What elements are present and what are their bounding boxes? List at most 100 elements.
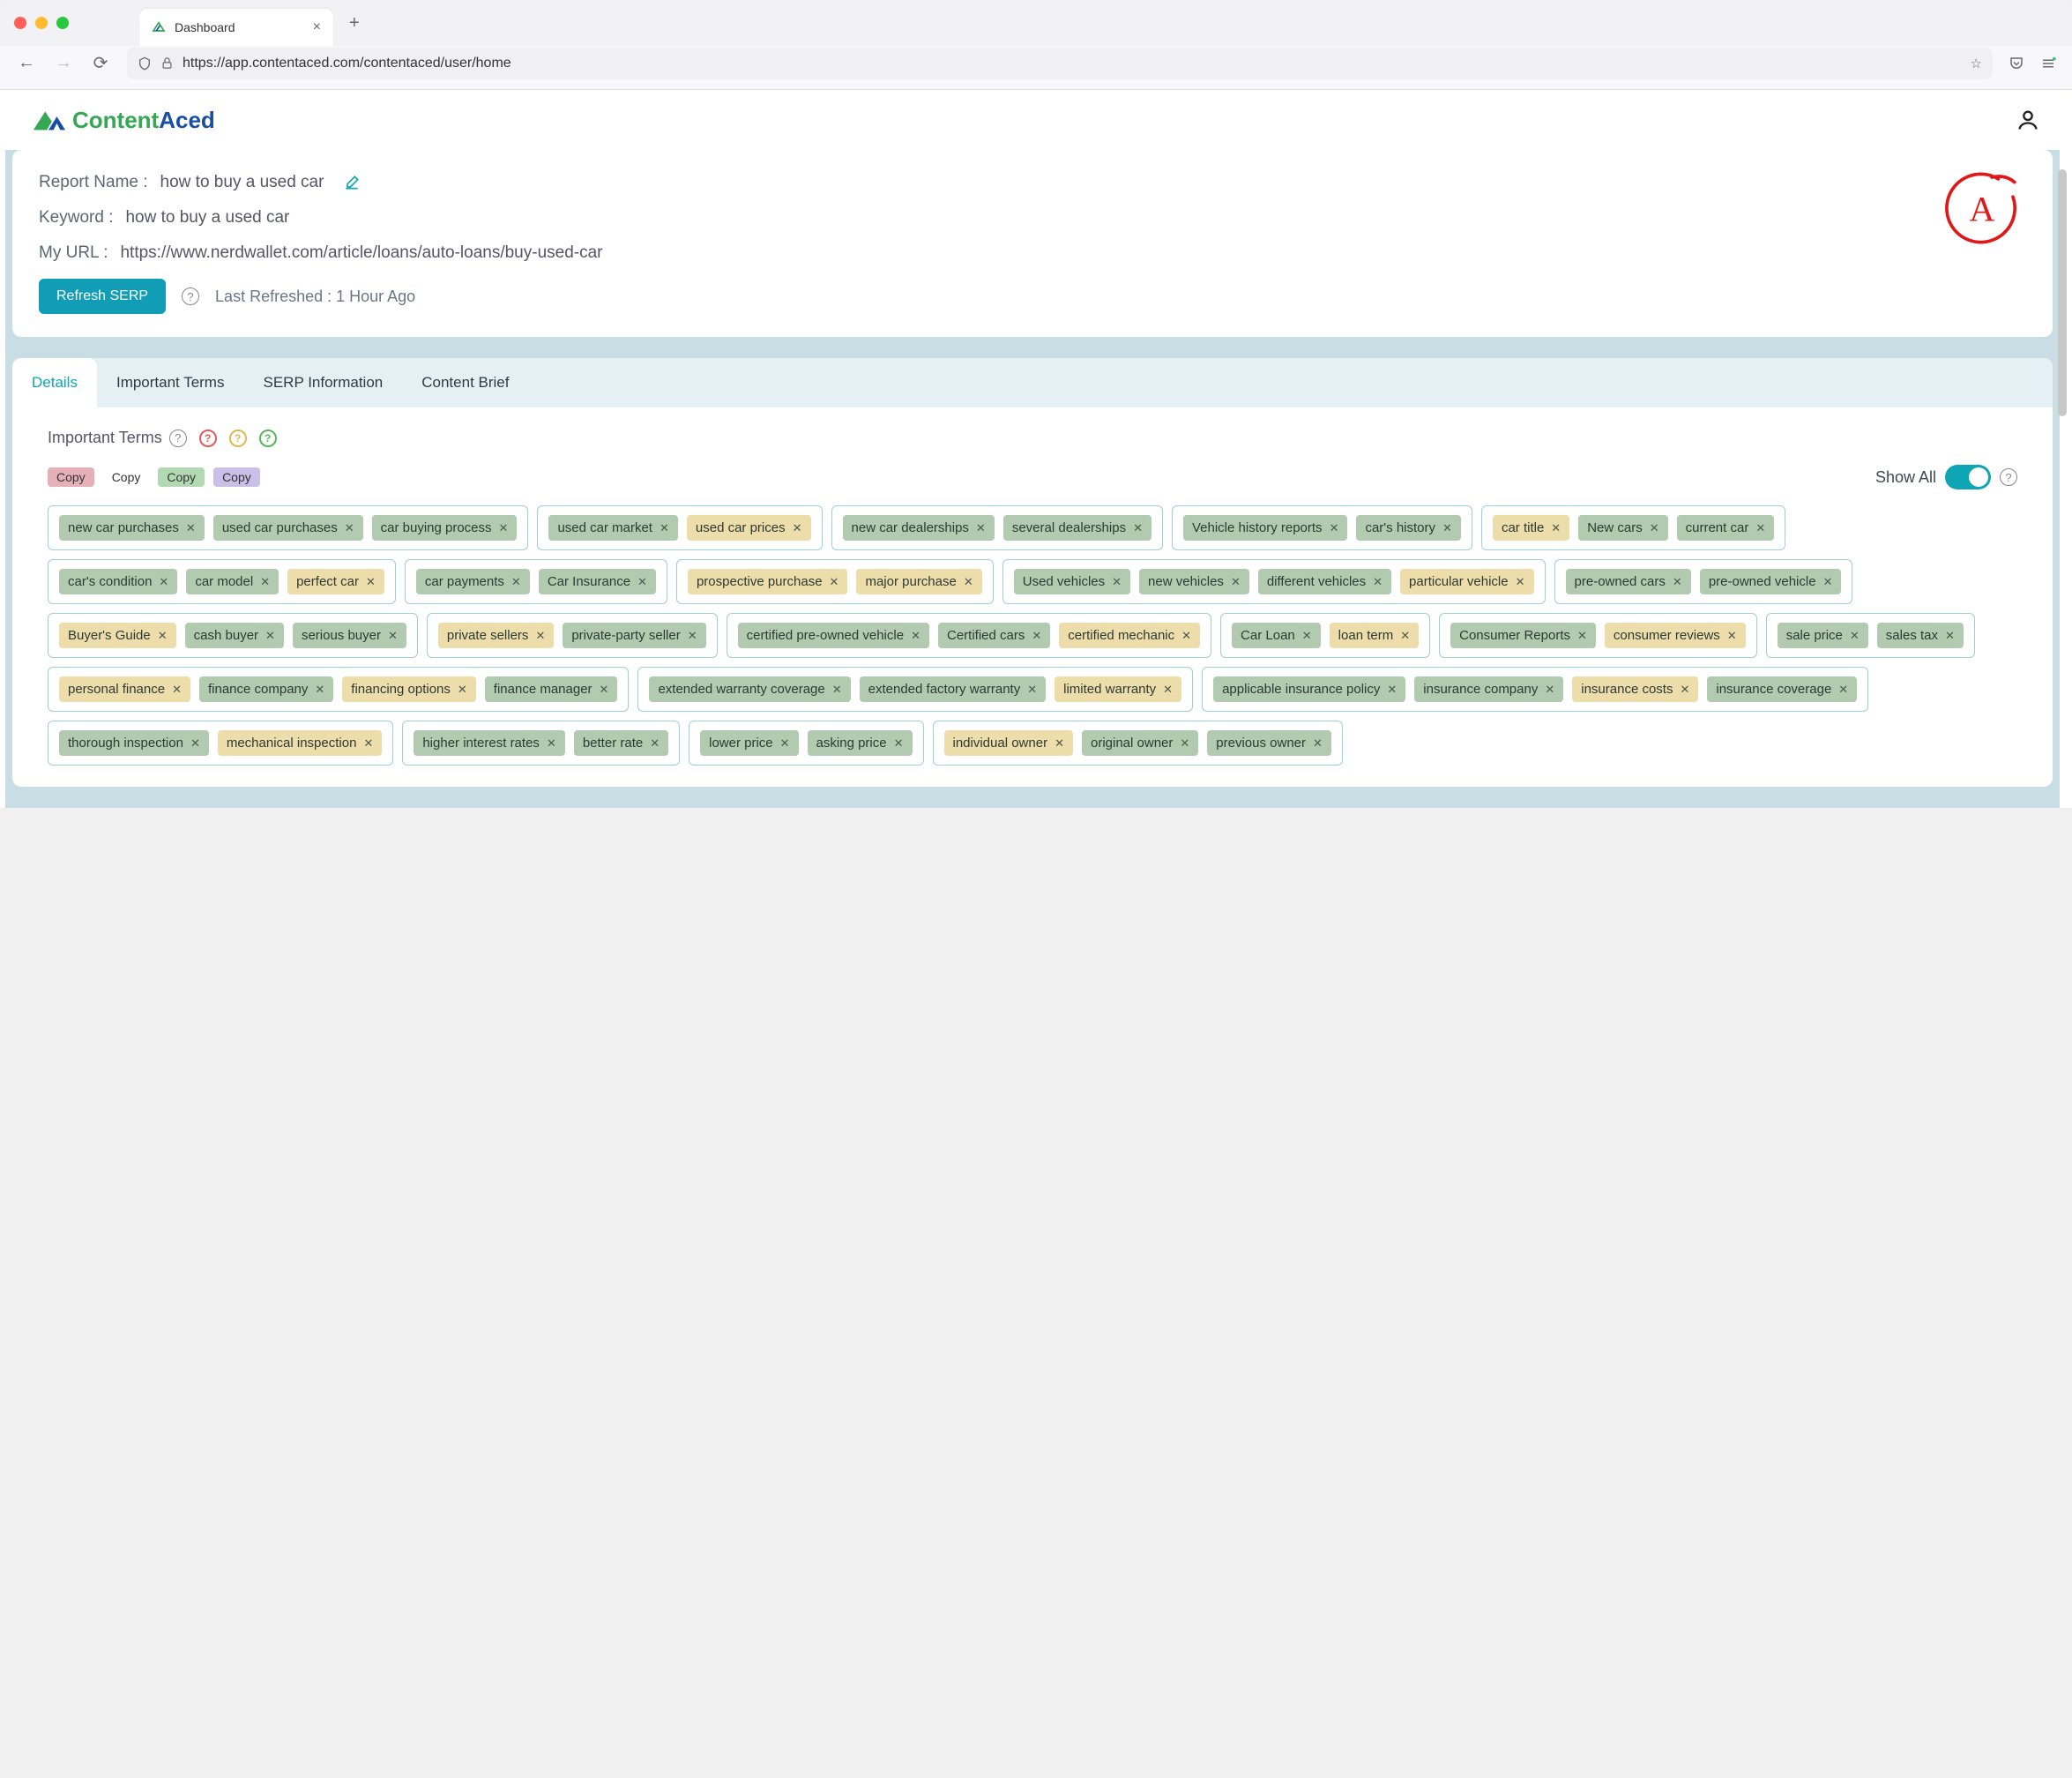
refresh-serp-button[interactable]: Refresh SERP [39,279,166,314]
term-chip[interactable]: certified pre-owned vehicle✕ [738,623,929,648]
remove-term-icon[interactable]: ✕ [1313,736,1323,751]
remove-term-icon[interactable]: ✕ [388,629,398,643]
remove-term-icon[interactable]: ✕ [345,521,354,535]
remove-term-icon[interactable]: ✕ [688,629,697,643]
remove-term-icon[interactable]: ✕ [1577,629,1587,643]
term-chip[interactable]: used car market✕ [548,515,677,541]
remove-term-icon[interactable]: ✕ [1850,629,1860,643]
remove-term-icon[interactable]: ✕ [366,575,376,589]
term-chip[interactable]: Car Insurance✕ [539,569,656,594]
copy-chip-pink[interactable]: Copy [48,467,94,487]
forward-button[interactable]: → [53,53,74,73]
remove-term-icon[interactable]: ✕ [894,736,904,751]
term-chip[interactable]: previous owner✕ [1207,730,1331,756]
term-chip[interactable]: loan term✕ [1330,623,1419,648]
maximize-window-button[interactable] [56,17,69,29]
term-chip[interactable]: private sellers✕ [438,623,554,648]
term-chip[interactable]: extended warranty coverage✕ [649,676,850,702]
remove-term-icon[interactable]: ✕ [1673,575,1682,589]
remove-term-icon[interactable]: ✕ [186,521,196,535]
remove-term-icon[interactable]: ✕ [1755,521,1765,535]
term-chip[interactable]: cash buyer✕ [185,623,284,648]
term-chip[interactable]: car title✕ [1493,515,1569,541]
term-chip[interactable]: car's condition✕ [59,569,177,594]
term-chip[interactable]: Certified cars✕ [938,623,1050,648]
remove-term-icon[interactable]: ✕ [1442,521,1452,535]
term-chip[interactable]: Consumer Reports✕ [1450,623,1596,648]
term-chip[interactable]: finance manager✕ [485,676,618,702]
remove-term-icon[interactable]: ✕ [1373,575,1383,589]
remove-term-icon[interactable]: ✕ [1727,629,1737,643]
term-chip[interactable]: sale price✕ [1778,623,1868,648]
remove-term-icon[interactable]: ✕ [1945,629,1955,643]
term-chip[interactable]: limited warranty✕ [1055,676,1181,702]
remove-term-icon[interactable]: ✕ [1163,683,1173,697]
term-chip[interactable]: car model✕ [186,569,279,594]
term-chip[interactable]: higher interest rates✕ [414,730,564,756]
remove-term-icon[interactable]: ✕ [1838,683,1848,697]
term-chip[interactable]: particular vehicle✕ [1400,569,1533,594]
term-chip[interactable]: insurance coverage✕ [1707,676,1857,702]
remove-term-icon[interactable]: ✕ [499,521,509,535]
remove-term-icon[interactable]: ✕ [832,683,842,697]
reload-button[interactable]: ⟳ [90,52,111,74]
remove-term-icon[interactable]: ✕ [637,575,647,589]
term-chip[interactable]: prospective purchase✕ [688,569,848,594]
term-chip[interactable]: car's history✕ [1356,515,1460,541]
term-chip[interactable]: insurance company✕ [1414,676,1563,702]
remove-term-icon[interactable]: ✕ [1650,521,1659,535]
remove-term-icon[interactable]: ✕ [363,736,373,751]
term-chip[interactable]: pre-owned vehicle✕ [1700,569,1842,594]
remove-term-icon[interactable]: ✕ [1231,575,1241,589]
close-window-button[interactable] [14,17,26,29]
address-bar[interactable]: https://app.contentaced.com/contentaced/… [127,48,1993,79]
term-chip[interactable]: asking price✕ [808,730,913,756]
browser-tab[interactable]: Dashboard × [139,9,333,46]
show-all-toggle[interactable] [1945,465,1991,489]
remove-term-icon[interactable]: ✕ [159,575,168,589]
term-chip[interactable]: car buying process✕ [372,515,518,541]
remove-term-icon[interactable]: ✕ [1551,521,1561,535]
remove-term-icon[interactable]: ✕ [780,736,790,751]
remove-term-icon[interactable]: ✕ [1181,629,1191,643]
remove-term-icon[interactable]: ✕ [650,736,660,751]
help-icon[interactable]: ? [169,430,187,447]
remove-term-icon[interactable]: ✕ [1032,629,1041,643]
term-chip[interactable]: thorough inspection✕ [59,730,209,756]
term-chip[interactable]: serious buyer✕ [293,623,406,648]
term-chip[interactable]: Vehicle history reports✕ [1183,515,1347,541]
remove-term-icon[interactable]: ✕ [458,683,467,697]
term-chip[interactable]: new car purchases✕ [59,515,205,541]
term-chip[interactable]: financing options✕ [342,676,476,702]
remove-term-icon[interactable]: ✕ [911,629,920,643]
remove-term-icon[interactable]: ✕ [1112,575,1122,589]
remove-term-icon[interactable]: ✕ [511,575,521,589]
remove-term-icon[interactable]: ✕ [1302,629,1312,643]
term-chip[interactable]: better rate✕ [574,730,668,756]
back-button[interactable]: ← [16,53,37,73]
legend-red-icon[interactable]: ? [199,430,217,447]
term-chip[interactable]: car payments✕ [416,569,530,594]
term-chip[interactable]: individual owner✕ [944,730,1073,756]
term-chip[interactable]: current car✕ [1677,515,1775,541]
remove-term-icon[interactable]: ✕ [547,736,556,751]
remove-term-icon[interactable]: ✕ [600,683,609,697]
term-chip[interactable]: finance company✕ [199,676,333,702]
copy-chip-purple[interactable]: Copy [213,467,260,487]
term-chip[interactable]: major purchase✕ [856,569,981,594]
term-chip[interactable]: perfect car✕ [287,569,384,594]
term-chip[interactable]: certified mechanic✕ [1059,623,1200,648]
remove-term-icon[interactable]: ✕ [1823,575,1833,589]
remove-term-icon[interactable]: ✕ [1400,629,1410,643]
term-chip[interactable]: Car Loan✕ [1232,623,1321,648]
term-chip[interactable]: insurance costs✕ [1572,676,1698,702]
term-chip[interactable]: new vehicles✕ [1139,569,1249,594]
copy-chip-plain[interactable]: Copy [103,467,150,487]
term-chip[interactable]: New cars✕ [1578,515,1667,541]
legend-yellow-icon[interactable]: ? [229,430,247,447]
remove-term-icon[interactable]: ✕ [1680,683,1689,697]
edit-icon[interactable] [343,174,361,191]
remove-term-icon[interactable]: ✕ [265,629,275,643]
remove-term-icon[interactable]: ✕ [1055,736,1064,751]
term-chip[interactable]: used car purchases✕ [213,515,363,541]
